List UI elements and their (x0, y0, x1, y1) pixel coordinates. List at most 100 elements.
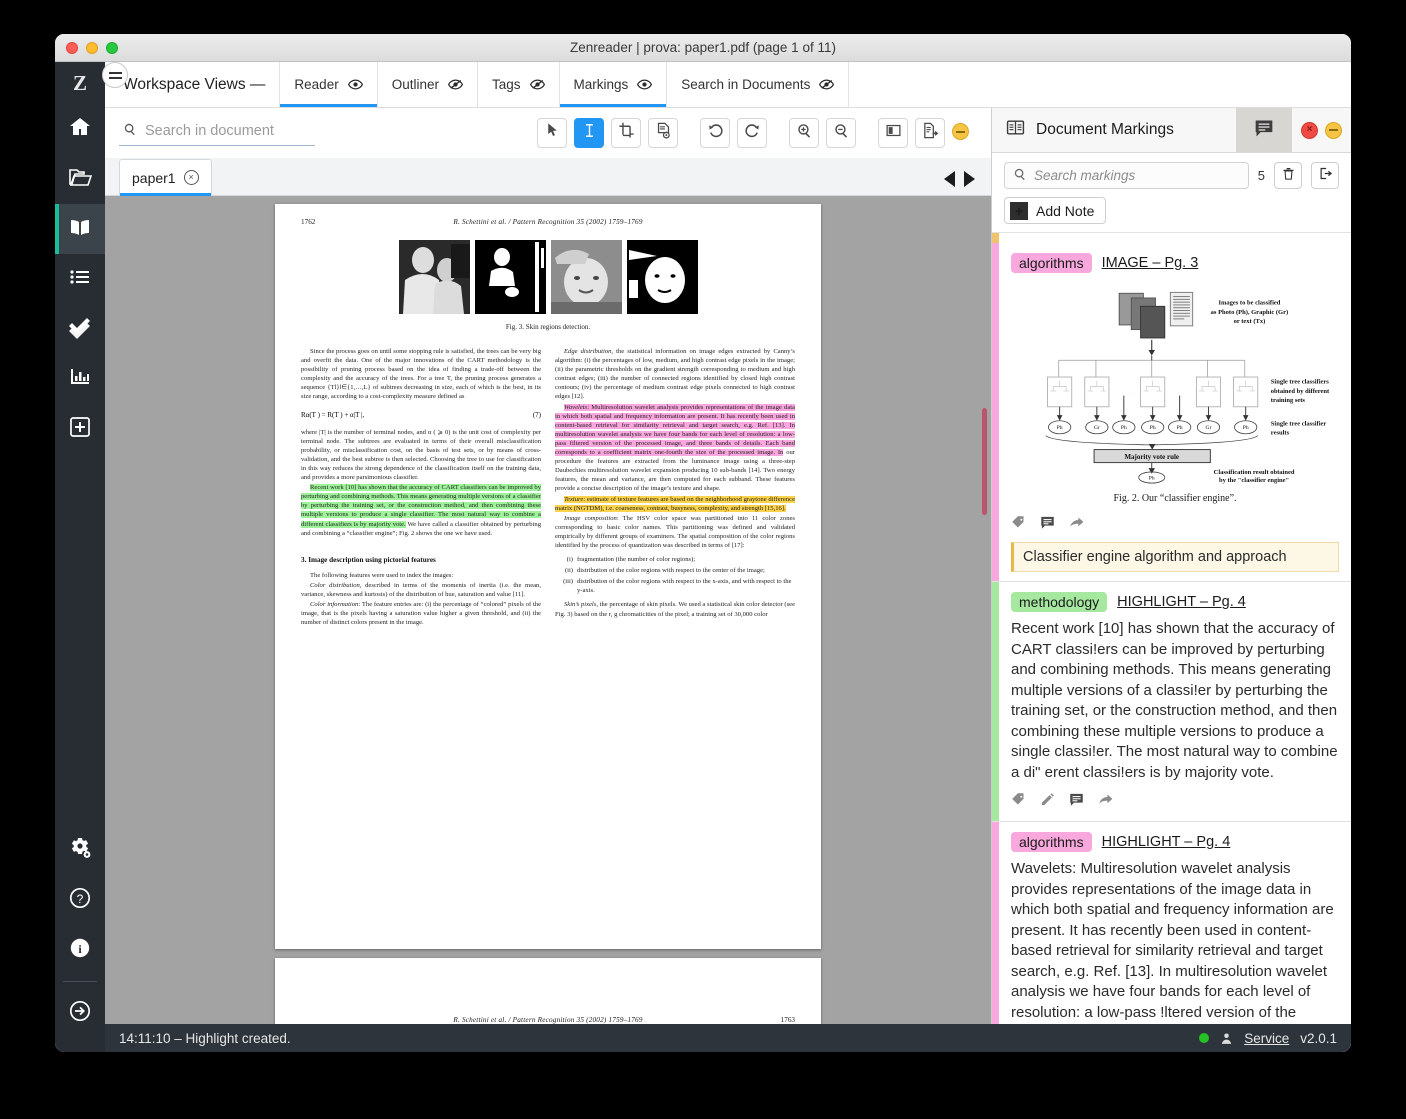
marking-type-page-link[interactable]: IMAGE – Pg. 3 (1102, 255, 1199, 271)
markings-search-row: Search markings 5 (1004, 162, 1339, 189)
marking-type-page-link[interactable]: HIGHLIGHT – Pg. 4 (1102, 834, 1231, 850)
eye-closed-icon[interactable] (819, 77, 834, 92)
home-icon (68, 115, 92, 144)
view-tab-tags[interactable]: Tags (477, 62, 559, 107)
note-icon[interactable] (1040, 515, 1055, 535)
view-tab-reader[interactable]: Reader (279, 62, 376, 107)
marking-header: algorithms IMAGE – Pg. 3 (1011, 253, 1339, 273)
svg-text:or text (Tx): or text (Tx) (1234, 318, 1266, 325)
sidebar-item-outline[interactable] (55, 254, 105, 304)
view-tab-markings[interactable]: Markings (559, 62, 667, 107)
sidebar-item-library[interactable] (55, 154, 105, 204)
document-tabstrip: paper1 × (105, 158, 991, 196)
undo-button[interactable] (700, 118, 730, 148)
window-body: Z (55, 62, 1351, 1052)
markings-list[interactable]: algorithms IMAGE – Pg. 3 (992, 233, 1351, 1024)
marking-item[interactable]: algorithms HIGHLIGHT – Pg. 4 Wavelets: M… (992, 822, 1351, 1024)
svg-text:-: - (1178, 391, 1179, 395)
pdf-viewport[interactable]: 1762 R. Schettini et al. / Pattern Recog… (105, 196, 991, 1024)
search-input[interactable]: Search in document (119, 120, 315, 146)
main-area: Workspace Views — Reader Outliner (105, 62, 1351, 1052)
next-page-button[interactable] (964, 171, 975, 187)
list-marker: (ii) (555, 566, 573, 575)
workspace-views-label: Workspace Views — (105, 62, 279, 107)
collapse-toolbar-button[interactable] (952, 123, 969, 140)
svg-text:Gr: Gr (1206, 425, 1212, 431)
marking-actions (1011, 515, 1339, 535)
svg-text:Ph: Ph (1057, 425, 1063, 431)
share-icon[interactable] (1098, 792, 1113, 812)
svg-text:Single tree classifier: Single tree classifier (1271, 420, 1327, 427)
svg-text:-: - (1183, 391, 1184, 395)
text-select-tool[interactable] (574, 118, 604, 148)
eye-open-icon[interactable] (348, 77, 363, 92)
zoom-out-button[interactable] (826, 118, 856, 148)
tag-icon[interactable] (1011, 792, 1026, 812)
app-sidebar: Z (55, 62, 105, 1052)
marking-type-page-link[interactable]: HIGHLIGHT – Pg. 4 (1117, 594, 1246, 610)
document-markings-icon (1006, 118, 1025, 142)
two-page-layout-button[interactable] (878, 118, 908, 148)
close-panel-button[interactable]: × (1301, 122, 1318, 139)
marking-tag-badge[interactable]: algorithms (1011, 832, 1092, 852)
service-link[interactable]: Service (1244, 1031, 1289, 1046)
add-note-button[interactable]: + Add Note (1004, 197, 1106, 224)
export-document-button[interactable] (915, 118, 945, 148)
delete-markings-button[interactable] (1274, 162, 1302, 189)
marking-tag-badge[interactable]: methodology (1011, 592, 1107, 612)
document-tab-paper1[interactable]: paper1 × (119, 159, 212, 195)
view-tab-outliner[interactable]: Outliner (377, 62, 477, 107)
cursor-select-tool[interactable] (537, 118, 567, 148)
sidebar-item-add[interactable] (55, 404, 105, 454)
marking-content: algorithms IMAGE – Pg. 3 (999, 243, 1351, 581)
sidebar-item-reader[interactable] (55, 204, 105, 254)
markings-panel-header: Document Markings × (992, 108, 1351, 153)
pdf-scrollbar-thumb[interactable] (982, 408, 987, 515)
previous-page-button[interactable] (944, 171, 955, 187)
paragraph: where |T| is the number of terminal node… (301, 428, 541, 483)
note-icon[interactable] (1069, 792, 1084, 812)
page-snapshot-tool[interactable] (648, 118, 678, 148)
export-markings-button[interactable] (1311, 162, 1339, 189)
sidebar-item-settings[interactable] (55, 825, 105, 875)
italic-term: Texture (564, 496, 583, 503)
share-icon[interactable] (1069, 515, 1084, 535)
view-tab-label: Search in Documents (681, 77, 810, 92)
italic-term: Image composition (564, 515, 617, 522)
view-tab-search-in-documents[interactable]: Search in Documents (666, 62, 848, 107)
marking-item[interactable]: algorithms IMAGE – Pg. 3 (992, 243, 1351, 582)
eye-open-icon[interactable] (637, 77, 652, 92)
sidebar-item-help[interactable]: ? (55, 875, 105, 925)
bar-chart-icon (68, 365, 92, 394)
paragraph-tail: , the statistical information on image e… (555, 348, 795, 400)
marking-tag-badge[interactable]: algorithms (1011, 253, 1092, 273)
zoom-in-button[interactable] (789, 118, 819, 148)
marking-content: methodology HIGHLIGHT – Pg. 4 Recent wor… (999, 582, 1351, 821)
close-icon[interactable]: × (184, 170, 199, 185)
markings-toolbar: Search markings 5 (992, 153, 1351, 233)
roman-list: (i)fragmentation (the number of color re… (555, 555, 795, 595)
markings-search-input[interactable]: Search markings (1004, 162, 1249, 189)
redo-button[interactable] (737, 118, 767, 148)
sidebar-item-logout[interactable] (55, 988, 105, 1038)
sidebar-item-info[interactable]: i (55, 925, 105, 975)
sidebar-item-statistics[interactable] (55, 354, 105, 404)
marking-header: methodology HIGHLIGHT – Pg. 4 (1011, 592, 1339, 612)
highlight-pink-text[interactable]: : Multiresolution wavelet analysis provi… (555, 404, 795, 456)
hamburger-menu-button[interactable] (102, 62, 128, 88)
marking-note[interactable]: Classifier engine algorithm and approach (1011, 542, 1339, 572)
marking-item[interactable]: methodology HIGHLIGHT – Pg. 4 Recent wor… (992, 582, 1351, 822)
eye-closed-icon[interactable] (448, 77, 463, 92)
eye-closed-icon[interactable] (530, 77, 545, 92)
crop-tool[interactable] (611, 118, 641, 148)
minimize-panel-button[interactable] (1325, 122, 1342, 139)
marking-content: algorithms HIGHLIGHT – Pg. 4 Wavelets: M… (999, 822, 1351, 1024)
sidebar-item-home[interactable] (55, 104, 105, 154)
markings-count: 5 (1258, 168, 1265, 183)
notes-tab-button[interactable] (1236, 108, 1292, 152)
view-tab-label: Tags (492, 77, 521, 92)
highlight-yellow-text[interactable]: : estimate of texture features are based… (555, 496, 795, 512)
edit-icon[interactable] (1040, 792, 1055, 812)
sidebar-item-tasks[interactable] (55, 304, 105, 354)
tag-icon[interactable] (1011, 515, 1026, 535)
